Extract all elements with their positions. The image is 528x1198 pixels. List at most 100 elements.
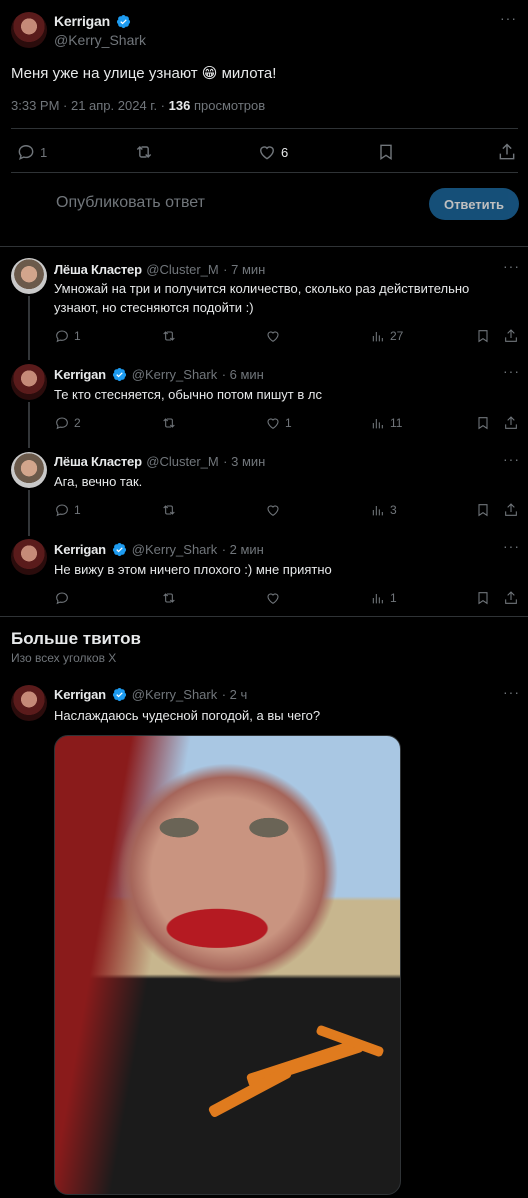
like-button[interactable]	[265, 328, 281, 344]
views-count: 1	[390, 591, 397, 605]
divider	[11, 172, 518, 173]
views-chart-icon	[372, 594, 383, 604]
retweet-button[interactable]	[161, 415, 177, 431]
author-name[interactable]: Kerrigan	[54, 13, 110, 29]
verified-badge-icon	[113, 542, 127, 557]
avatar[interactable]	[11, 539, 47, 575]
reply-count: 1	[74, 329, 81, 343]
reply-button[interactable]	[54, 590, 70, 606]
reply-author-handle[interactable]: @Kerry_Shark	[132, 367, 217, 382]
like-count: 6	[281, 144, 289, 160]
reply-icon	[56, 504, 68, 517]
divider	[11, 128, 518, 129]
retweet-button[interactable]	[161, 328, 177, 344]
tweet-timestamp[interactable]: 3:33 PM · 21 апр. 2024 г. ·	[11, 98, 169, 113]
bookmark-button[interactable]	[475, 590, 491, 606]
reply-button[interactable]: 1	[54, 328, 81, 344]
bookmark-icon	[478, 417, 488, 430]
tweet-time[interactable]: · 2 ч	[222, 687, 248, 702]
bookmark-button[interactable]	[475, 502, 491, 518]
bookmark-button[interactable]	[475, 328, 491, 344]
heart-icon	[267, 593, 279, 604]
reply-author-handle[interactable]: @Cluster_M	[146, 262, 218, 277]
author-handle[interactable]: @Kerry_Shark	[54, 32, 146, 48]
retweet-button[interactable]	[161, 502, 177, 518]
reply-count: 2	[74, 416, 81, 430]
views-count: 11	[390, 416, 403, 430]
retweet-icon	[136, 145, 152, 159]
like-count: 1	[285, 416, 292, 430]
bookmark-button[interactable]	[475, 415, 491, 431]
reply-time[interactable]: · 3 мин	[223, 454, 265, 469]
reply-author-name[interactable]: Лёша Кластер	[54, 262, 142, 277]
reply-time[interactable]: · 2 мин	[222, 542, 264, 557]
reply-actions: 1 27	[54, 327, 520, 345]
reply-input[interactable]: Опубликовать ответ	[56, 194, 205, 212]
reply-time[interactable]: · 7 мин	[223, 262, 265, 277]
retweet-icon	[163, 331, 175, 341]
avatar[interactable]	[11, 364, 47, 400]
share-button[interactable]	[503, 415, 519, 431]
divider	[0, 246, 528, 247]
more-options-icon[interactable]: ···	[503, 451, 520, 467]
avatar[interactable]	[11, 452, 47, 488]
reply-author-name[interactable]: Kerrigan	[54, 367, 106, 382]
views-count: 27	[390, 329, 404, 343]
reply-text: Те кто стесняется, обычно потом пишут в …	[54, 387, 322, 402]
divider	[0, 616, 528, 617]
reply-header: Лёша Кластер @Cluster_M · 3 мин	[54, 453, 265, 471]
retweet-button[interactable]	[134, 142, 154, 162]
bookmark-icon	[478, 504, 488, 517]
views-button[interactable]: 3	[370, 502, 397, 518]
reply-author-handle[interactable]: @Cluster_M	[146, 454, 218, 469]
avatar[interactable]	[11, 685, 47, 721]
bookmark-button[interactable]	[376, 142, 396, 162]
reply-actions: 2 1 11	[54, 414, 520, 432]
more-options-icon[interactable]: ···	[503, 258, 520, 274]
reply-icon	[56, 330, 68, 343]
reply-icon	[18, 145, 34, 160]
reply-author-name[interactable]: Kerrigan	[54, 542, 106, 557]
tweet-photo[interactable]	[54, 735, 401, 1195]
tweet-author-name[interactable]: Kerrigan	[54, 687, 106, 702]
views-button[interactable]: 11	[370, 415, 402, 431]
bookmark-icon	[380, 144, 392, 160]
tweet-header: Kerrigan @Kerry_Shark · 2 ч	[54, 686, 247, 704]
reply-author-name[interactable]: Лёша Кластер	[54, 454, 142, 469]
reply-header: Лёша Кластер @Cluster_M · 7 мин	[54, 261, 265, 279]
views-button[interactable]: 27	[370, 328, 403, 344]
reply-time[interactable]: · 6 мин	[222, 367, 264, 382]
retweet-button[interactable]	[161, 590, 177, 606]
like-button[interactable]: 6	[257, 142, 288, 162]
reply-actions: 1 3	[54, 501, 520, 519]
reply-header: Kerrigan @Kerry_Shark · 2 мин	[54, 541, 264, 559]
tweet-author-handle[interactable]: @Kerry_Shark	[132, 687, 217, 702]
retweet-icon	[163, 418, 175, 428]
tweet-text: Наслаждаюсь чудесной погодой, а вы чего?	[54, 708, 321, 723]
heart-icon	[267, 418, 279, 429]
like-button[interactable]: 1	[265, 415, 292, 431]
reply-button[interactable]: 2	[54, 415, 81, 431]
avatar[interactable]	[11, 258, 47, 294]
more-options-icon[interactable]: ···	[503, 538, 520, 554]
views-button[interactable]: 1	[370, 590, 397, 606]
avatar[interactable]	[11, 12, 47, 48]
share-button[interactable]	[497, 142, 517, 162]
share-button[interactable]	[503, 590, 519, 606]
share-button[interactable]	[503, 502, 519, 518]
more-options-icon[interactable]: ···	[503, 363, 520, 379]
reply-header: Kerrigan @Kerry_Shark · 6 мин	[54, 366, 264, 384]
reply-submit-button[interactable]: Ответить	[429, 188, 519, 220]
reply-author-handle[interactable]: @Kerry_Shark	[132, 542, 217, 557]
like-button[interactable]	[265, 502, 281, 518]
share-button[interactable]	[503, 328, 519, 344]
reply-icon	[56, 592, 68, 605]
reply-icon	[56, 417, 68, 430]
more-options-icon[interactable]: ···	[503, 684, 520, 700]
share-icon	[499, 143, 515, 160]
reply-button[interactable]: 1	[54, 502, 81, 518]
like-button[interactable]	[265, 590, 281, 606]
more-options-icon[interactable]: ···	[500, 10, 517, 26]
views-count: 136	[168, 98, 191, 113]
reply-button[interactable]: 1	[16, 142, 47, 162]
